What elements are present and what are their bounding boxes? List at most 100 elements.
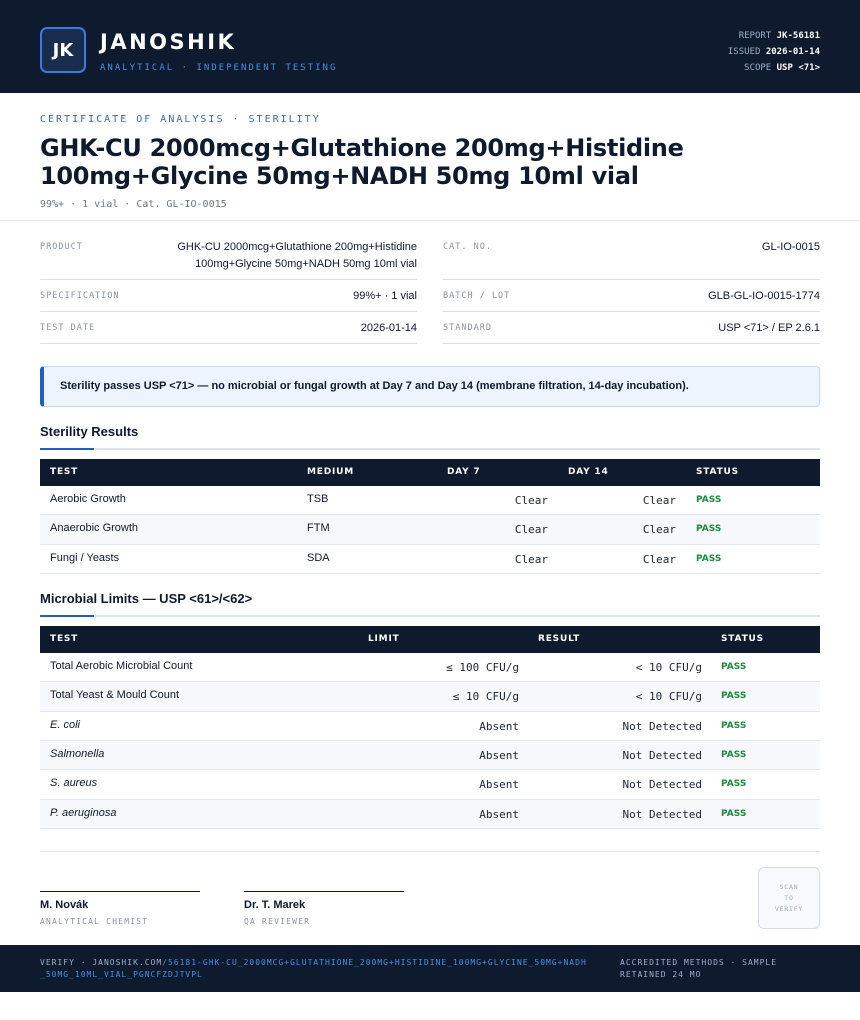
result-value: Not Detected: [622, 778, 702, 791]
brand-logo: JK: [40, 27, 86, 73]
status-badge: PASS: [721, 750, 747, 760]
product-title: GHK-CU 2000mcg+Glutathione 200mg+Histidi…: [40, 134, 684, 190]
batch-value: GLB-GL-IO-0015-1774: [708, 290, 820, 302]
info-specification: SPECIFICATION 99%+ · 1 vial: [40, 280, 417, 312]
col-test: TEST: [50, 467, 79, 477]
limit-value: Absent: [479, 778, 519, 791]
info-test-date: TEST DATE 2026-01-14: [40, 312, 417, 344]
limit-value: Absent: [479, 808, 519, 821]
table-row: Fungi / Yeasts SDA Clear Clear PASS: [40, 545, 820, 574]
info-batch: BATCH / LOT GLB-GL-IO-0015-1774: [443, 280, 820, 312]
medium: FTM: [307, 522, 330, 534]
qr-text: TO: [784, 894, 794, 902]
limit-value: Absent: [479, 749, 519, 762]
status-badge: PASS: [721, 779, 747, 789]
table-row: P. aeruginosa Absent Not Detected PASS: [40, 800, 820, 829]
table-row: E. coli Absent Not Detected PASS: [40, 712, 820, 741]
issued-label: ISSUED: [727, 47, 761, 57]
day14-result: Clear: [642, 553, 676, 566]
accreditation-note: ACCREDITED METHODS · SAMPLE RETAINED 24 …: [620, 958, 778, 979]
table-row: Total Aerobic Microbial Count ≤ 100 CFU/…: [40, 653, 820, 682]
scope-value: USP <71>: [776, 63, 820, 73]
divider: [40, 851, 820, 852]
batch-label: BATCH / LOT: [443, 291, 511, 301]
signer-name: M. Novák: [40, 899, 89, 911]
qr-text: SCAN: [779, 883, 799, 891]
medium: SDA: [307, 552, 330, 564]
col-medium: MEDIUM: [307, 467, 354, 477]
info-standard: STANDARD USP <71> / EP 2.6.1: [443, 312, 820, 344]
table-row: Salmonella Absent Not Detected PASS: [40, 741, 820, 770]
microbial-table-header: TEST LIMIT RESULT STATUS: [40, 626, 820, 653]
table-row: Anaerobic Growth FTM Clear Clear PASS: [40, 515, 820, 545]
standard-label: STANDARD: [443, 323, 492, 333]
section-rule: [40, 615, 820, 617]
divider: [0, 220, 860, 221]
test-name: Anaerobic Growth: [50, 522, 139, 534]
test-name: Fungi / Yeasts: [50, 552, 120, 564]
verify-link[interactable]: VERIFY · JANOSHIK.COM/56181-GHK-CU_2000M…: [40, 957, 590, 981]
cat-value: GL-IO-0015: [761, 241, 820, 253]
product-value: GHK-CU 2000mcg+Glutathione 200mg+Histidi…: [177, 241, 417, 270]
test-name: E. coli: [50, 719, 80, 731]
qr-text: VERIFY: [774, 905, 804, 913]
result-value: Not Detected: [622, 749, 702, 762]
report-meta: REPORT JK-56181 ISSUED 2026-01-14 SCOPE …: [728, 28, 820, 76]
sterility-table-header: TEST MEDIUM DAY 7 DAY 14 STATUS: [40, 459, 820, 486]
spec-label: SPECIFICATION: [40, 291, 120, 301]
test-name: Total Aerobic Microbial Count: [50, 660, 193, 672]
col-day7: DAY 7: [447, 467, 481, 477]
result-summary-banner: Sterility passes USP <71> — no microbial…: [40, 366, 820, 407]
col-limit: LIMIT: [368, 634, 400, 644]
limit-value: Absent: [479, 720, 519, 733]
signature-line: [40, 891, 200, 892]
day7-result: Clear: [514, 553, 548, 566]
result-value: < 10 CFU/g: [635, 690, 702, 703]
product-label: PRODUCT: [40, 242, 83, 252]
col-result: RESULT: [538, 634, 581, 644]
qr-verify-code[interactable]: SCAN TO VERIFY: [758, 867, 820, 929]
microbial-section-title: Microbial Limits — USP <61>/<62>: [40, 591, 253, 606]
day7-result: Clear: [514, 523, 548, 536]
signer-role: QA REVIEWER: [244, 917, 311, 926]
section-rule: [40, 448, 820, 450]
status-badge: PASS: [721, 809, 747, 819]
report-header: JK JANOSHIK ANALYTICAL · INDEPENDENT TES…: [0, 0, 860, 93]
col-test: TEST: [50, 634, 79, 644]
test-name: Aerobic Growth: [50, 493, 126, 505]
report-label: REPORT: [738, 31, 772, 41]
result-value: < 10 CFU/g: [635, 661, 702, 674]
report-number: JK-56181: [776, 31, 820, 41]
product-subline: 99%+ · 1 vial · Cat. GL-IO-0015: [40, 199, 227, 210]
day7-result: Clear: [514, 494, 548, 507]
report-footer: VERIFY · JANOSHIK.COM/56181-GHK-CU_2000M…: [0, 945, 860, 992]
test-name: Total Yeast & Mould Count: [50, 689, 180, 701]
col-day14: DAY 14: [568, 467, 609, 477]
date-value: 2026-01-14: [360, 322, 417, 334]
scope-label: SCOPE: [744, 63, 772, 73]
result-value: Not Detected: [622, 720, 702, 733]
brand-tagline: ANALYTICAL · INDEPENDENT TESTING: [100, 63, 338, 73]
status-badge: PASS: [696, 524, 722, 534]
table-row: S. aureus Absent Not Detected PASS: [40, 770, 820, 800]
status-badge: PASS: [721, 662, 747, 672]
signature-line: [244, 891, 404, 892]
info-cat-no: CAT. NO. GL-IO-0015: [443, 236, 820, 280]
status-badge: PASS: [721, 691, 747, 701]
signer-name: Dr. T. Marek: [244, 899, 306, 911]
col-status: STATUS: [721, 634, 764, 644]
medium: TSB: [307, 493, 329, 505]
table-row: Aerobic Growth TSB Clear Clear PASS: [40, 486, 820, 515]
test-name: Salmonella: [50, 748, 105, 760]
result-value: Not Detected: [622, 808, 702, 821]
cat-label: CAT. NO.: [443, 242, 492, 252]
standard-value: USP <71> / EP 2.6.1: [718, 322, 820, 334]
signer-role: ANALYTICAL CHEMIST: [40, 917, 149, 926]
limit-value: ≤ 100 CFU/g: [446, 661, 519, 674]
test-name: P. aeruginosa: [50, 807, 117, 819]
day14-result: Clear: [642, 523, 676, 536]
date-label: TEST DATE: [40, 323, 96, 333]
limit-value: ≤ 10 CFU/g: [452, 690, 519, 703]
status-badge: PASS: [696, 554, 722, 564]
spec-value: 99%+ · 1 vial: [353, 290, 417, 302]
